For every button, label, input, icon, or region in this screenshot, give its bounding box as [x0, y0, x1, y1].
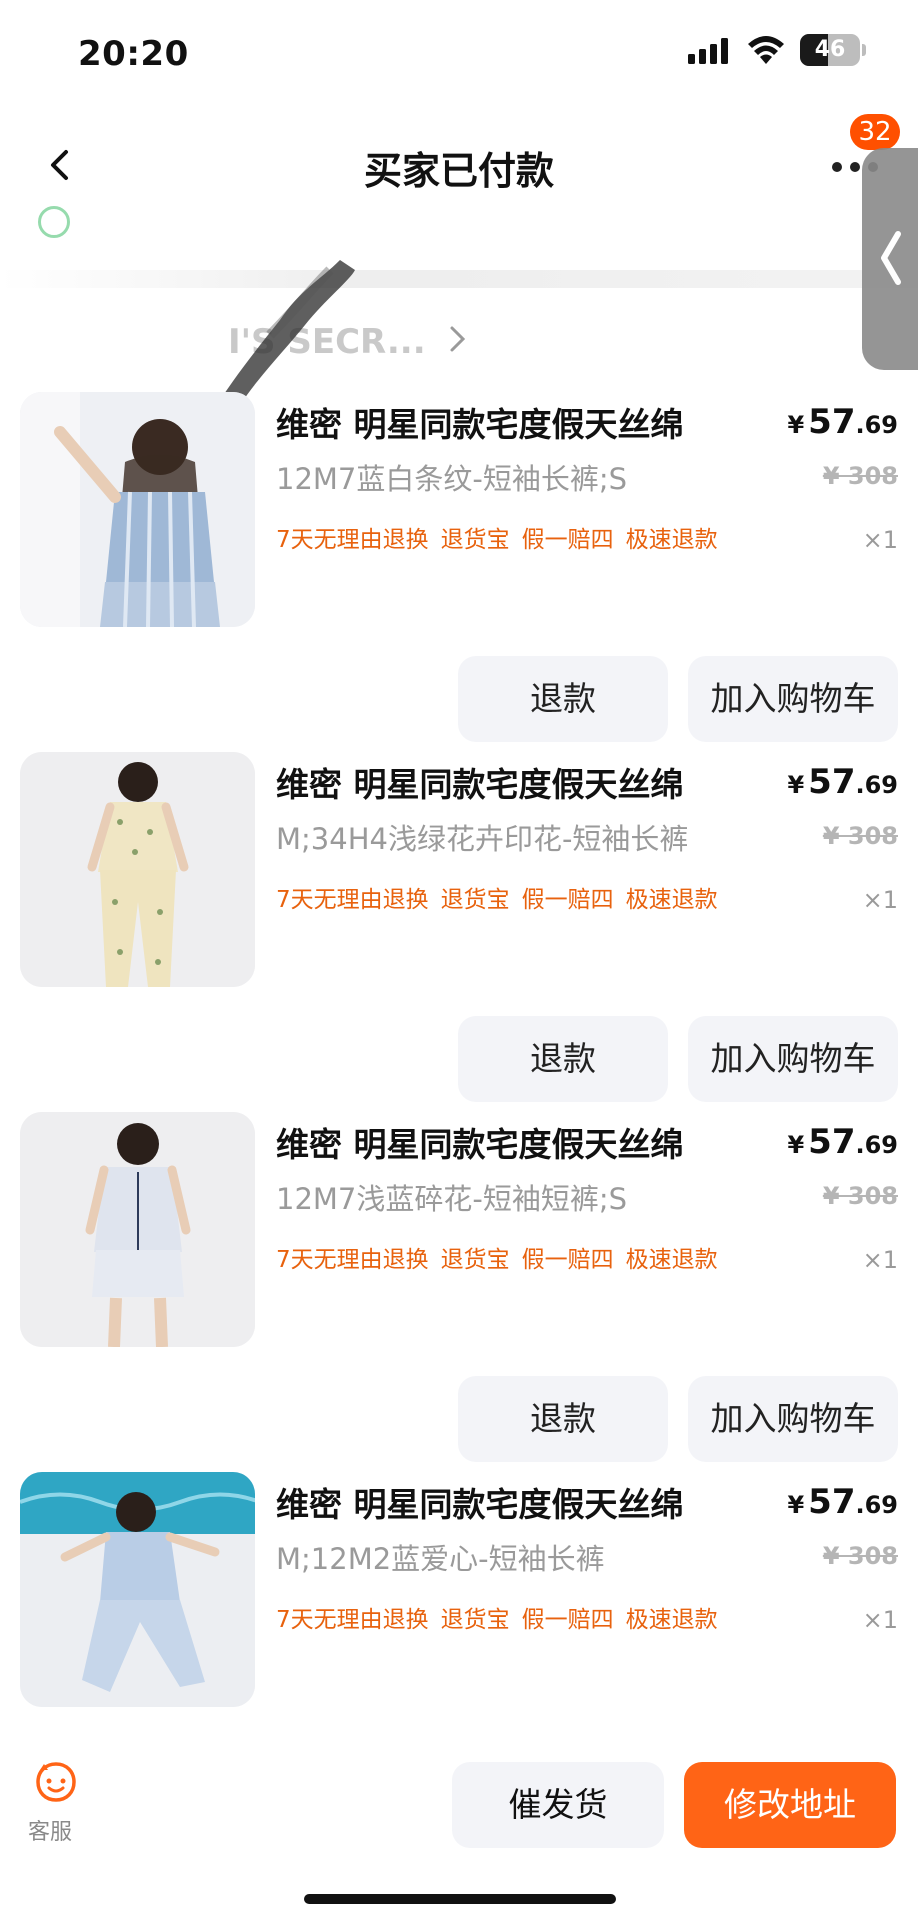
product-title[interactable]: 维密 明星同款宅度假天丝绵: [276, 1118, 684, 1166]
order-item[interactable]: 维密 明星同款宅度假天丝绵 12M7浅蓝碎花-短袖短裤;S 7天无理由退换 退货宝…: [0, 1112, 918, 1472]
product-sku: 12M7蓝白条纹-短袖长裤;S: [276, 462, 628, 496]
price: ¥57.69: [787, 1482, 898, 1522]
service-tag: 假一赔四: [521, 1247, 614, 1273]
quantity: ×1: [862, 526, 898, 554]
product-sku: M;34H4浅绿花卉印花-短袖长裤: [276, 822, 689, 856]
product-title[interactable]: 维密 明星同款宅度假天丝绵: [276, 398, 684, 446]
service-tag: 7天无理由退换: [276, 527, 429, 553]
service-tag: 7天无理由退换: [276, 1607, 429, 1633]
product-image[interactable]: [20, 752, 255, 987]
service-tag: 假一赔四: [521, 887, 614, 913]
service-tag: 退货宝: [440, 887, 510, 913]
service-tags: 7天无理由退换 退货宝 假一赔四 极速退款: [276, 520, 730, 554]
add-to-cart-button[interactable]: 加入购物车: [688, 1376, 898, 1462]
service-tag: 退货宝: [440, 527, 510, 553]
product-image[interactable]: [20, 392, 255, 627]
battery-level: 46: [814, 37, 846, 62]
original-price: ¥ 308: [822, 462, 898, 490]
original-price: ¥ 308: [822, 1542, 898, 1570]
wifi-icon: [748, 36, 784, 64]
service-tag: 极速退款: [625, 1607, 718, 1633]
add-to-cart-button[interactable]: 加入购物车: [688, 656, 898, 742]
page-title: 买家已付款: [363, 149, 554, 193]
home-indicator[interactable]: [304, 1894, 616, 1904]
message-count-badge: 32: [850, 114, 900, 150]
service-tag: 极速退款: [625, 887, 718, 913]
status-bar: 20:20 46: [0, 0, 918, 110]
modify-address-button[interactable]: 修改地址: [684, 1762, 896, 1848]
product-sku: 12M7浅蓝碎花-短袖短裤;S: [276, 1182, 628, 1216]
add-to-cart-button[interactable]: 加入购物车: [688, 1016, 898, 1102]
nav-bar: 买家已付款: [0, 110, 918, 220]
product-image[interactable]: [20, 1472, 255, 1707]
service-tag: 极速退款: [625, 1247, 718, 1273]
refund-button[interactable]: 退款: [458, 1376, 668, 1462]
service-tag: 极速退款: [625, 527, 718, 553]
urge-shipment-button[interactable]: 催发货: [452, 1762, 664, 1848]
service-tag: 假一赔四: [521, 527, 614, 553]
status-time: 20:20: [78, 34, 189, 74]
product-title[interactable]: 维密 明星同款宅度假天丝绵: [276, 758, 684, 806]
original-price: ¥ 308: [822, 1182, 898, 1210]
original-price: ¥ 308: [822, 822, 898, 850]
ghost-divider: [0, 270, 918, 288]
order-item[interactable]: 维密 明星同款宅度假天丝绵 M;34H4浅绿花卉印花-短袖长裤 7天无理由退换退…: [0, 752, 918, 1112]
refund-button[interactable]: 退款: [458, 1016, 668, 1102]
customer-service-label[interactable]: 客服: [28, 1814, 72, 1846]
chevron-left-icon: [881, 231, 901, 285]
service-tags: 7天无理由退换 退货宝 假一赔四 极速退款: [276, 1600, 730, 1634]
service-tag: 假一赔四: [521, 1607, 614, 1633]
price: ¥57.69: [787, 402, 898, 442]
order-item[interactable]: 维密 明星同款宅度假天丝绵 12M7蓝白条纹-短袖长裤;S 7天无理由退换 退货宝…: [0, 392, 918, 752]
quantity: ×1: [862, 1246, 898, 1274]
product-image[interactable]: [20, 1112, 255, 1347]
service-tags: 7天无理由退换 退货宝 假一赔四 极速退款: [276, 880, 730, 914]
price: ¥57.69: [787, 1122, 898, 1162]
service-tags: 7天无理由退换 退货宝 假一赔四 极速退款: [276, 1240, 730, 1274]
quantity: ×1: [862, 886, 898, 914]
ink-brush-decoration: [220, 260, 355, 405]
service-tag: 7天无理由退换: [276, 887, 429, 913]
service-tag: 退货宝: [440, 1607, 510, 1633]
product-title[interactable]: 维密 明星同款宅度假天丝绵: [276, 1478, 684, 1526]
side-drawer-tab[interactable]: [862, 148, 918, 370]
cellular-signal-icon: [688, 38, 728, 64]
service-tag: 7天无理由退换: [276, 1247, 429, 1273]
refund-button[interactable]: 退款: [458, 656, 668, 742]
customer-service-icon[interactable]: [34, 1760, 78, 1804]
chevron-right-icon: [450, 326, 466, 352]
service-tag: 退货宝: [440, 1247, 510, 1273]
battery-icon: 46: [800, 34, 866, 66]
quantity: ×1: [862, 1606, 898, 1634]
bottom-action-bar: 客服 催发货 修改地址: [0, 1720, 918, 1920]
price: ¥57.69: [787, 762, 898, 802]
product-sku: M;12M2蓝爱心-短袖长裤: [276, 1542, 605, 1576]
